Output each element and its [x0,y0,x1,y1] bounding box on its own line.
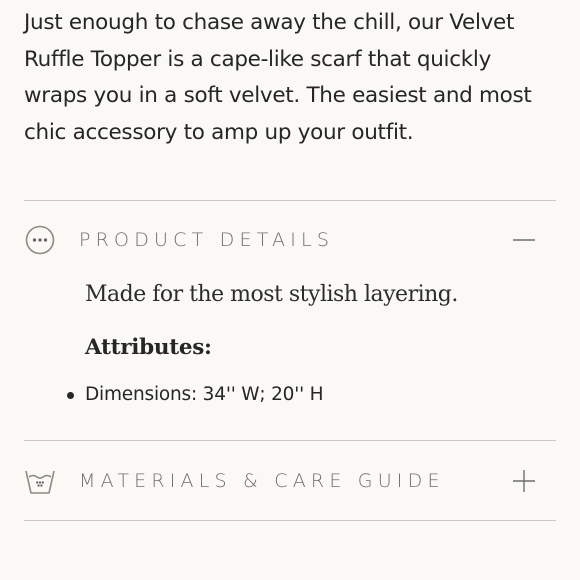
divider [24,520,556,521]
product-details-panel: Made for the most stylish layering. Attr… [67,276,545,409]
list-item: Dimensions: 34'' W; 20'' H [67,381,545,409]
minus-icon[interactable] [512,228,536,252]
details-lead-text: Made for the most stylish layering. [85,282,458,307]
bullet-icon [67,392,74,399]
product-details-title: PRODUCT DETAILS [79,229,335,251]
divider [24,200,556,201]
ellipsis-circle-icon [24,224,56,256]
attributes-list: Dimensions: 34'' W; 20'' H [67,381,545,409]
wash-basin-icon [24,465,56,497]
attributes-heading: Attributes: [85,335,212,360]
materials-care-title: MATERIALS & CARE GUIDE [79,470,445,492]
materials-care-header[interactable]: MATERIALS & CARE GUIDE [24,461,556,501]
product-description: Just enough to chase away the chill, our… [24,10,532,145]
product-details-header[interactable]: PRODUCT DETAILS [24,220,556,260]
plus-icon[interactable] [512,469,536,493]
attribute-dimensions: Dimensions: 34'' W; 20'' H [85,384,324,405]
divider [24,440,556,441]
